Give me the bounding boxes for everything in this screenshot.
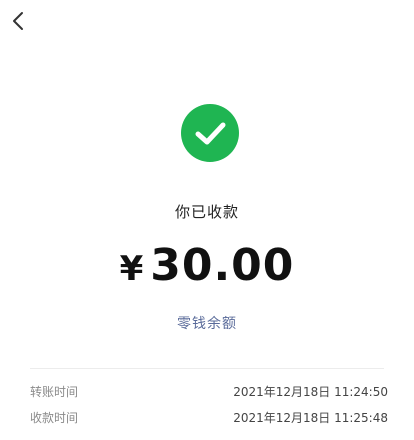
status-title: 你已收款 [174, 203, 239, 221]
back-button[interactable] [8, 10, 30, 32]
receive-time-value: 2021年12月18日 11:25:48 [233, 411, 388, 425]
balance-link[interactable]: 零钱余额 [0, 313, 414, 333]
transfer-time-label: 转账时间 [30, 385, 79, 399]
transfer-time-value: 2021年12月18日 11:24:50 [233, 385, 388, 399]
success-status [181, 104, 239, 162]
chevron-left-icon [8, 10, 30, 32]
amount-display: ¥30.00 [0, 236, 414, 299]
receive-time-label: 收款时间 [30, 411, 79, 425]
currency-symbol: ¥ [119, 249, 145, 289]
check-circle-icon [181, 104, 239, 166]
transfer-time-row: 转账时间 2021年12月18日 11:24:50 [30, 383, 388, 405]
amount-value: 30.00 [150, 240, 295, 291]
divider [30, 368, 384, 369]
receive-time-row: 收款时间 2021年12月18日 11:25:48 [30, 409, 388, 431]
